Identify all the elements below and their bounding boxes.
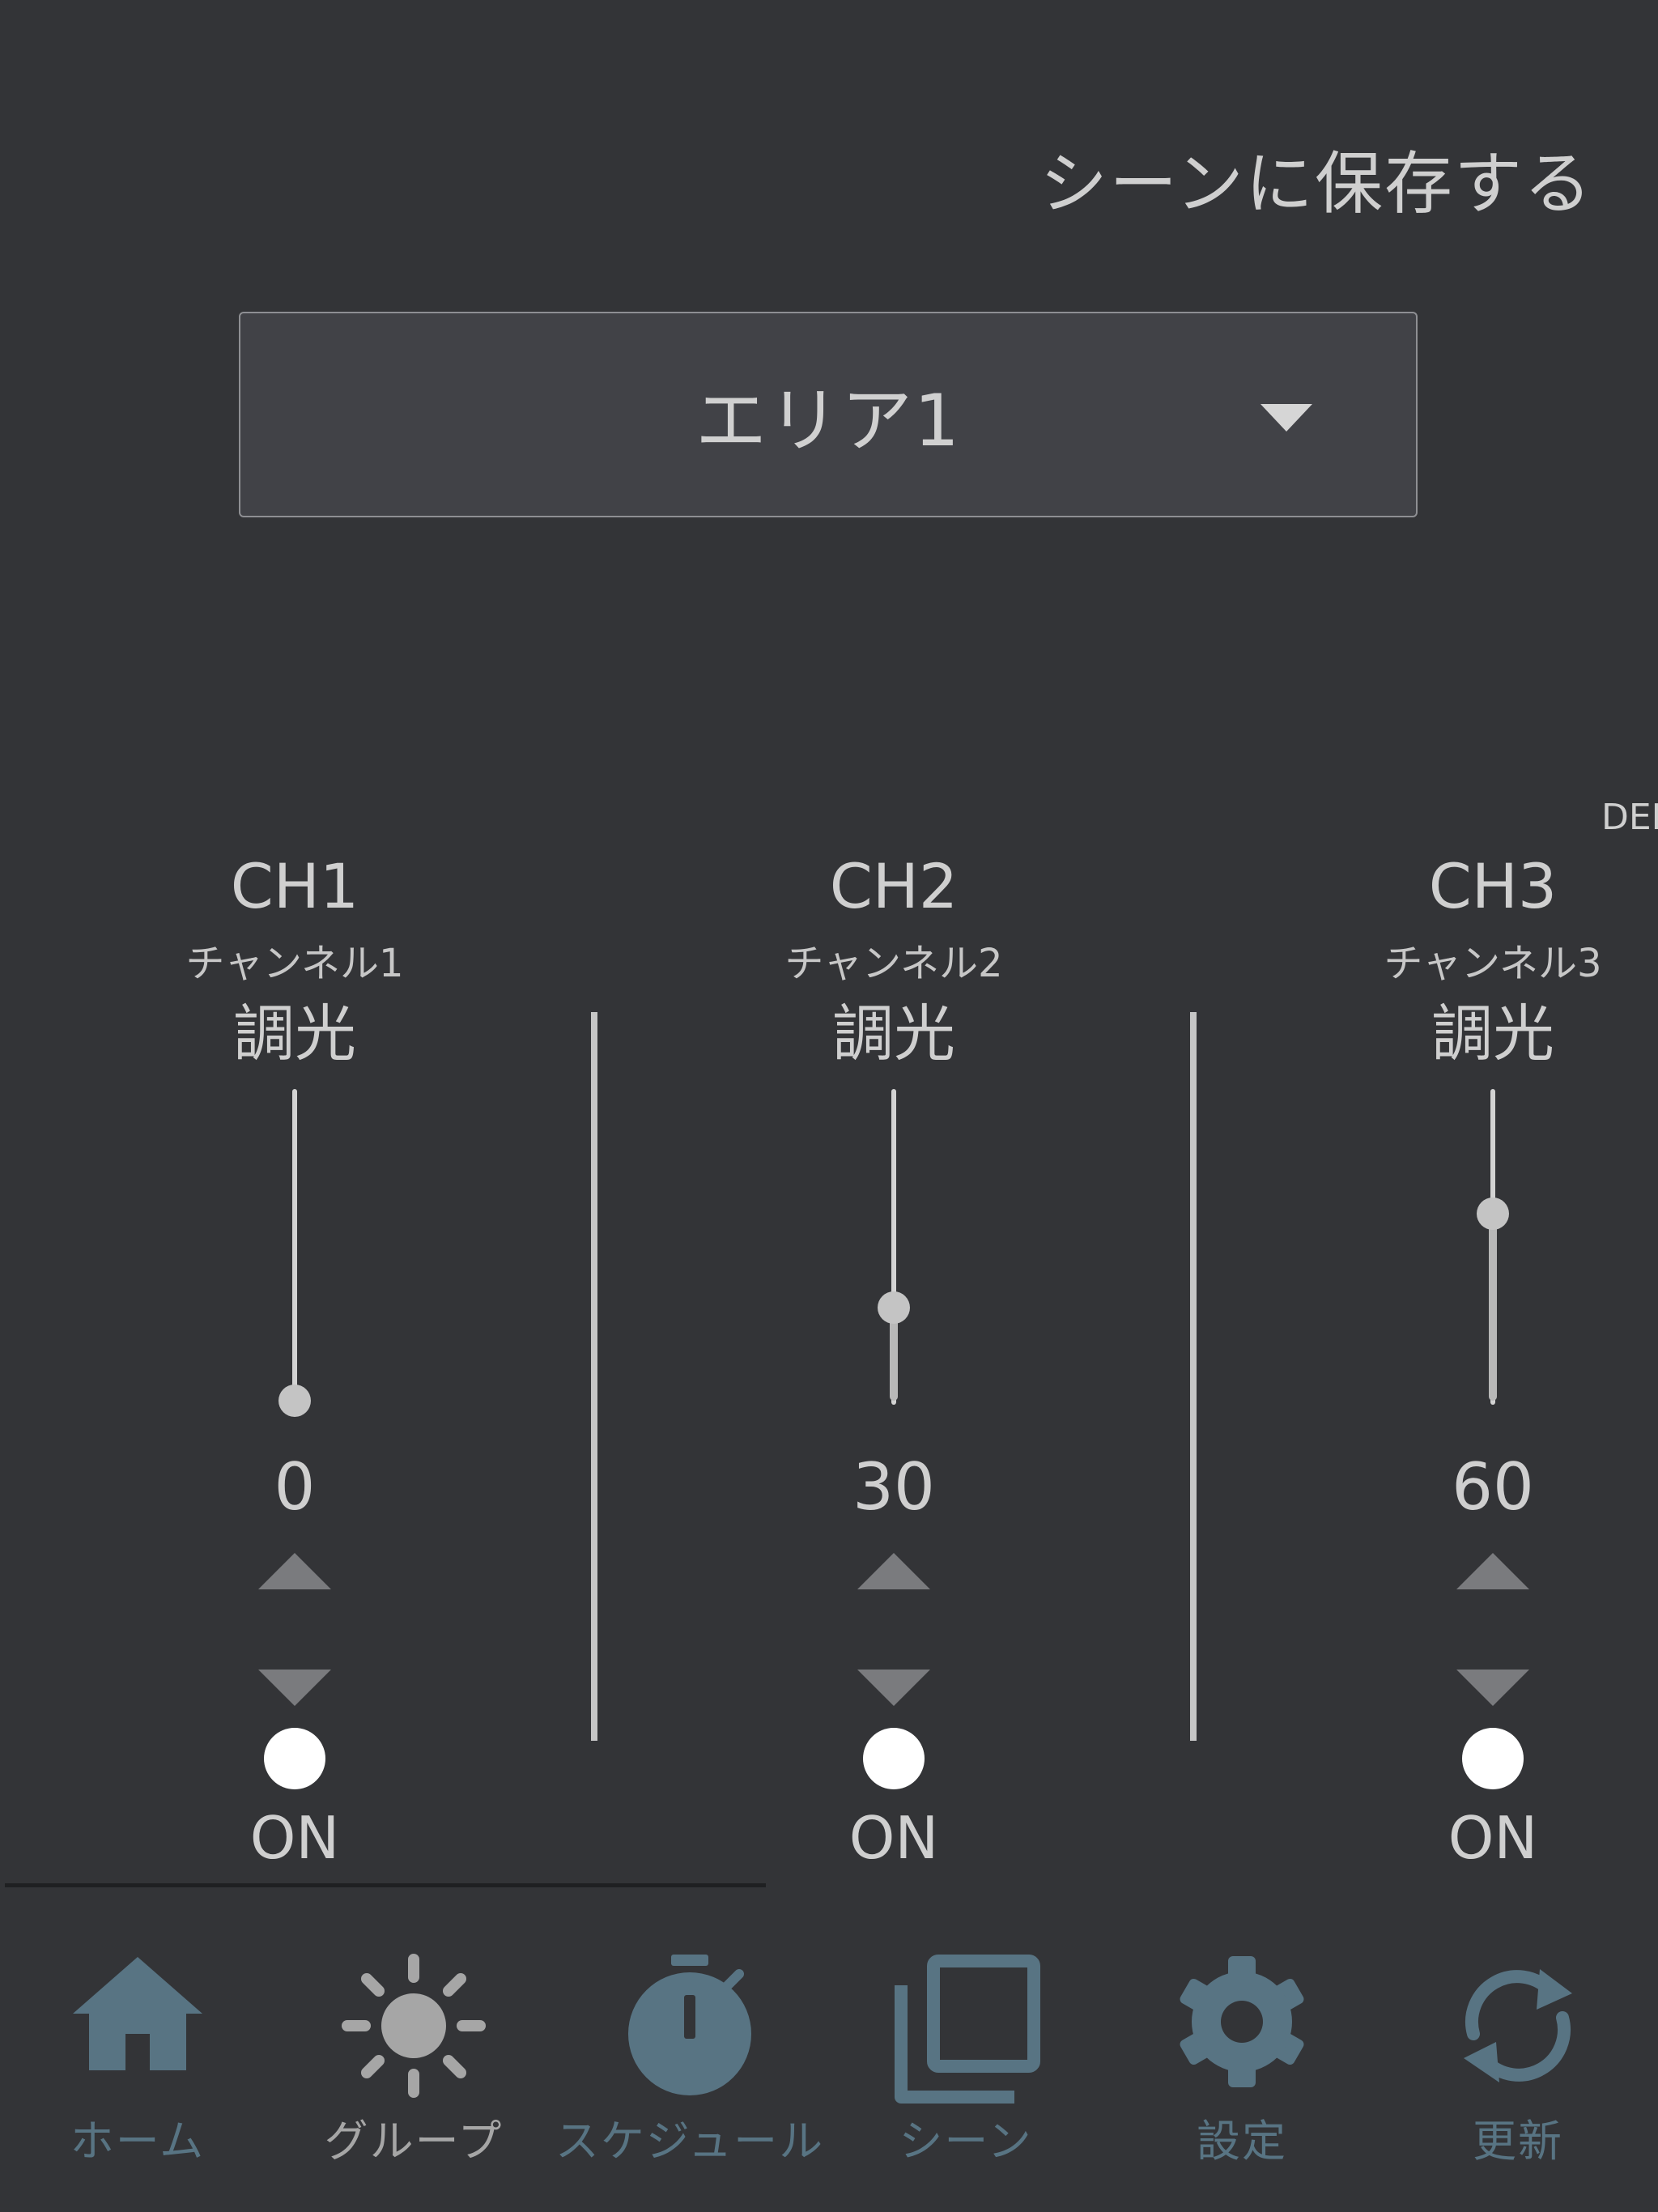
decrement-arrow-down-icon[interactable]: [258, 1670, 331, 1706]
decrement-arrow-down-icon[interactable]: [857, 1670, 930, 1706]
chevron-down-icon: [1261, 404, 1312, 432]
nav-scene[interactable]: シーン: [828, 1943, 1103, 2170]
nav-divider: [5, 1883, 766, 1887]
slider-fill: [1489, 1214, 1497, 1401]
nav-label: 更新: [1473, 2116, 1563, 2167]
nav-refresh[interactable]: 更新: [1380, 1943, 1656, 2170]
gear-icon: [1180, 1956, 1304, 2087]
toggle-label: ON: [1448, 1804, 1538, 1872]
nav-label: スケジュール: [555, 2116, 825, 2167]
slider-track: [292, 1089, 297, 1405]
channel-header-3: CH3 チャンネル3 調光: [1331, 850, 1655, 1077]
channel-divider: [1190, 1012, 1197, 1741]
channel-value: 0: [274, 1449, 316, 1525]
home-icon: [73, 1957, 202, 2070]
channel-subtitle: チャンネル1: [185, 941, 404, 986]
nav-label: 設定: [1197, 2116, 1287, 2167]
channel-name: CH1: [230, 850, 359, 922]
increment-arrow-up-icon[interactable]: [857, 1553, 930, 1589]
dimmer-slider-ch2[interactable]: [878, 1089, 910, 1405]
stopwatch-icon: [628, 1955, 751, 2095]
slider-thumb[interactable]: [1477, 1197, 1509, 1230]
toggle-label: ON: [848, 1804, 939, 1872]
channel-name: CH3: [1428, 850, 1558, 922]
channel-mode: 調光: [233, 998, 356, 1070]
channel-value: 30: [852, 1449, 935, 1525]
channel-mode: 調光: [1431, 998, 1554, 1070]
nav-label: グループ: [324, 2116, 504, 2167]
channel-header-1: CH1 チャンネル1 調光: [133, 850, 457, 1077]
channel-toggle[interactable]: [863, 1728, 925, 1789]
decrement-arrow-down-icon[interactable]: [1456, 1670, 1529, 1706]
sun-icon: [342, 1954, 486, 2098]
nav-label: ホーム: [70, 2116, 206, 2167]
channel-toggle[interactable]: [1462, 1728, 1524, 1789]
increment-arrow-up-icon[interactable]: [1456, 1553, 1529, 1589]
channel-toggle[interactable]: [264, 1728, 325, 1789]
channel-value: 60: [1452, 1449, 1534, 1525]
slider-thumb[interactable]: [878, 1291, 910, 1324]
channel-divider: [591, 1012, 597, 1741]
save-scene-button[interactable]: シーンに保存する: [1039, 130, 1593, 228]
toggle-label: ON: [249, 1804, 340, 1872]
channel-subtitle: チャンネル3: [1384, 941, 1602, 986]
nav-label: シーン: [899, 2116, 1033, 2167]
dimmer-slider-ch3[interactable]: [1477, 1089, 1509, 1405]
refresh-icon: [1464, 1969, 1572, 2082]
channel-header-2: CH2 チャンネル2 調光: [732, 850, 1056, 1077]
dimmer-slider-ch1[interactable]: [278, 1089, 311, 1417]
channel-subtitle: チャンネル2: [784, 941, 1003, 986]
nav-schedule[interactable]: スケジュール: [552, 1943, 827, 2170]
nav-group[interactable]: グループ: [276, 1943, 551, 2170]
nav-home[interactable]: ホーム: [0, 1943, 275, 2170]
area-dropdown-value: エリア1: [695, 378, 961, 462]
demo-badge: DEM: [1601, 797, 1658, 838]
increment-arrow-up-icon[interactable]: [258, 1553, 331, 1589]
copy-icon: [895, 1955, 1040, 2104]
slider-thumb[interactable]: [278, 1385, 311, 1417]
area-dropdown[interactable]: エリア1: [239, 312, 1418, 517]
nav-settings[interactable]: 設定: [1104, 1943, 1380, 2170]
channel-mode: 調光: [832, 998, 955, 1070]
channel-name: CH2: [829, 850, 959, 922]
